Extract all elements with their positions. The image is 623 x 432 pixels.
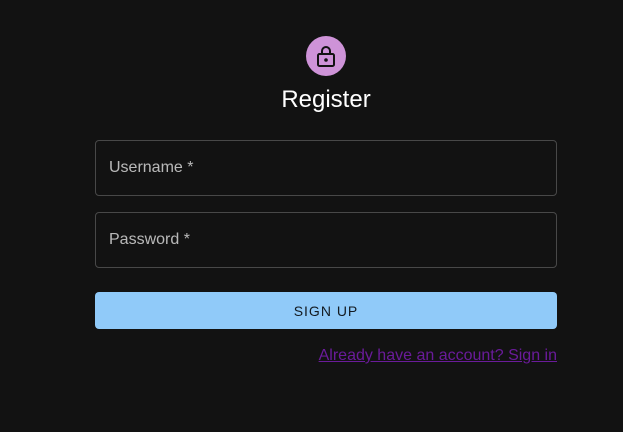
sign-in-link[interactable]: Already have an account? Sign in <box>319 346 557 366</box>
register-page: Register Username * Password * SIGN UP A… <box>0 0 623 432</box>
sign-up-button[interactable]: SIGN UP <box>95 292 557 329</box>
username-field[interactable]: Username * <box>95 140 557 196</box>
page-title: Register <box>281 86 371 113</box>
username-input[interactable] <box>96 141 556 195</box>
avatar <box>306 36 346 76</box>
lock-icon <box>316 45 336 67</box>
password-input[interactable] <box>96 213 556 267</box>
password-field[interactable]: Password * <box>95 212 557 268</box>
